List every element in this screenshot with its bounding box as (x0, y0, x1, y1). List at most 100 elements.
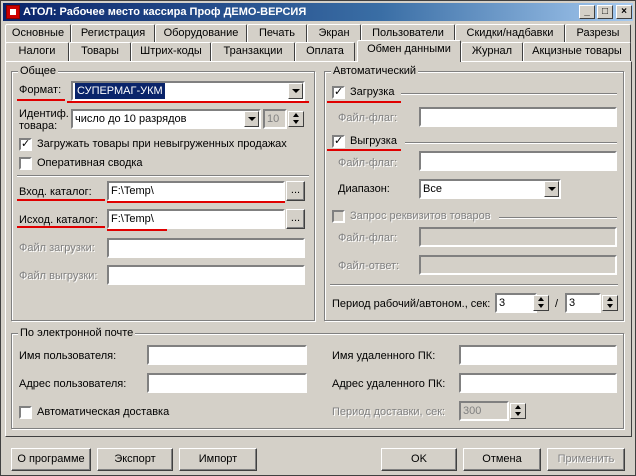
request-flag-label: Файл-флаг: (338, 232, 398, 244)
chevron-down-icon[interactable] (288, 83, 303, 99)
format-selected-value: СУПЕРМАГ-УКМ (75, 83, 165, 99)
period-auto-spinner-icon[interactable] (602, 295, 618, 311)
tab-goods[interactable]: Товары (69, 42, 131, 61)
load-unloaded-checkbox[interactable]: ✓ (19, 138, 32, 151)
delivery-period-field[interactable]: 300 (459, 401, 509, 421)
format-select-underline (67, 101, 309, 103)
tab-registration[interactable]: Регистрация (71, 24, 155, 43)
window-title: АТОЛ: Рабочее место кассира Проф ДЕМО-ВЕ… (23, 6, 307, 18)
tab-payment[interactable]: Оплата (295, 42, 355, 61)
out-dir-underline (17, 226, 105, 228)
app-window: АТОЛ: Рабочее место кассира Проф ДЕМО-ВЕ… (0, 0, 636, 476)
auto-load-label: Загрузка (350, 86, 395, 98)
apply-button[interactable]: Применить (547, 448, 625, 471)
ident-select[interactable]: число до 10 разрядов (71, 109, 261, 129)
tab-data-exchange[interactable]: Обмен данными (357, 40, 461, 62)
tab-barcodes[interactable]: Штрих-коды (131, 42, 211, 61)
tab-transactions[interactable]: Транзакции (211, 42, 295, 61)
app-icon (6, 5, 20, 19)
delivery-period-spinner-icon[interactable] (510, 403, 526, 419)
remote-name-field[interactable] (459, 345, 617, 365)
chevron-down-icon[interactable] (544, 181, 559, 197)
period-slash: / (555, 298, 559, 310)
cancel-button[interactable]: Отмена (463, 448, 541, 471)
chevron-down-icon[interactable] (244, 111, 259, 127)
remote-name-label: Имя удаленного ПК: (332, 350, 436, 362)
unload-flag-label: Файл-флаг: (338, 157, 398, 169)
tab-journal[interactable]: Журнал (461, 42, 523, 61)
auto-group-title: Автоматический (331, 65, 419, 77)
ident-selected-value: число до 10 разрядов (75, 113, 187, 125)
tab-main[interactable]: Основные (5, 24, 71, 43)
load-flag-field[interactable] (419, 107, 617, 127)
operative-checkbox[interactable] (19, 157, 32, 170)
range-select[interactable]: Все (419, 179, 561, 199)
remote-address-field[interactable] (459, 373, 617, 393)
in-dir-field[interactable]: F:\Temp\ (107, 181, 285, 201)
auto-divider (330, 284, 618, 286)
unload-flag-field[interactable] (419, 151, 617, 171)
ident-digits-field[interactable]: 10 (263, 109, 287, 129)
about-button[interactable]: О программе (11, 448, 91, 471)
auto-unload-label: Выгрузка (350, 135, 397, 147)
user-address-field[interactable] (147, 373, 307, 393)
load-file-label: Файл загрузки: (19, 242, 95, 254)
close-button[interactable]: × (616, 5, 632, 19)
format-select[interactable]: СУПЕРМАГ-УКМ (71, 81, 305, 101)
period-label: Период рабочий/автоном., сек: (332, 298, 491, 310)
delivery-period-label: Период доставки, сек: (332, 406, 446, 418)
in-dir-label: Вход. каталог: (19, 186, 92, 198)
auto-load-checkbox[interactable]: ✓ (332, 86, 345, 99)
range-label: Диапазон: (338, 183, 390, 195)
title-bar: АТОЛ: Рабочее место кассира Проф ДЕМО-ВЕ… (3, 3, 633, 21)
period-auto-field[interactable]: 3 (565, 293, 601, 313)
auto-delivery-label: Автоматическая доставка (37, 406, 170, 418)
operative-label: Оперативная сводка (37, 157, 143, 169)
ident-digits-spinner-icon[interactable] (288, 111, 304, 127)
out-dir-browse-button[interactable]: ... (286, 209, 305, 229)
tab-screen[interactable]: Экран (307, 24, 361, 43)
request-flag-field[interactable] (419, 227, 617, 247)
period-work-spinner-icon[interactable] (533, 295, 549, 311)
tab-sections[interactable]: Разрезы (565, 24, 631, 43)
auto-unload-underline (327, 149, 401, 151)
tab-equipment[interactable]: Оборудование (155, 24, 247, 43)
answer-file-field[interactable] (419, 255, 617, 275)
request-details-checkbox[interactable] (332, 210, 345, 223)
range-selected-value: Все (423, 183, 442, 195)
answer-file-label: Файл-ответ: (338, 260, 400, 272)
out-dir-field-underline (107, 229, 167, 231)
maximize-button[interactable]: □ (597, 5, 613, 19)
in-dir-browse-button[interactable]: ... (286, 181, 305, 201)
auto-load-divider (401, 93, 617, 95)
load-unloaded-label: Загружать товары при невыгруженных прода… (37, 138, 287, 150)
ident-label: Идентиф. товара: (19, 108, 69, 132)
tab-print[interactable]: Печать (247, 24, 307, 43)
email-group-title: По электронной почте (18, 327, 136, 339)
in-dir-underline (17, 199, 105, 201)
tab-excise-goods[interactable]: Акцизные товары (523, 42, 631, 61)
remote-address-label: Адрес удаленного ПК: (332, 378, 446, 390)
user-address-label: Адрес пользователя: (19, 378, 127, 390)
general-divider (17, 175, 309, 177)
request-divider (499, 217, 617, 219)
period-work-field[interactable]: 3 (495, 293, 537, 313)
unload-file-field[interactable] (107, 265, 305, 285)
auto-unload-divider (405, 142, 617, 144)
user-name-field[interactable] (147, 345, 307, 365)
import-button[interactable]: Импорт (179, 448, 257, 471)
general-group-title: Общее (18, 65, 59, 77)
load-file-field[interactable] (107, 238, 305, 258)
load-flag-label: Файл-флаг: (338, 112, 398, 124)
ok-button[interactable]: OK (381, 448, 457, 471)
minimize-button[interactable]: _ (579, 5, 595, 19)
in-dir-field-underline (107, 201, 285, 203)
tab-taxes[interactable]: Налоги (5, 42, 69, 61)
out-dir-field[interactable]: F:\Temp\ (107, 209, 285, 229)
auto-unload-checkbox[interactable]: ✓ (332, 135, 345, 148)
auto-delivery-checkbox[interactable] (19, 406, 32, 419)
export-button[interactable]: Экспорт (97, 448, 173, 471)
unload-file-label: Файл выгрузки: (19, 270, 98, 282)
tab-discounts[interactable]: Скидки/надбавки (455, 24, 565, 43)
user-name-label: Имя пользователя: (19, 350, 117, 362)
